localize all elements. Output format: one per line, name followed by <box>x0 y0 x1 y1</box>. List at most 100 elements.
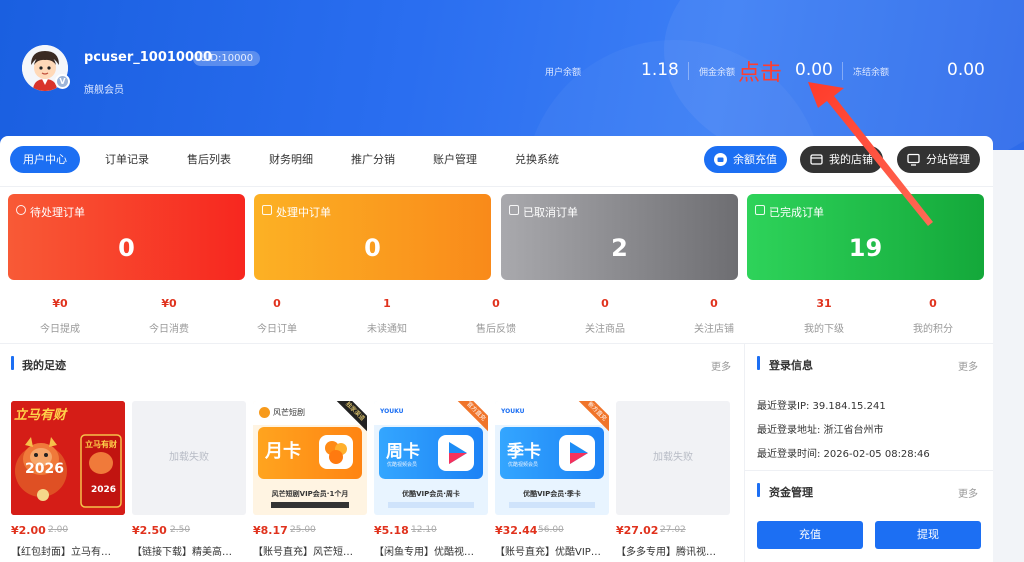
recharge-button[interactable]: 充值 <box>757 521 863 549</box>
substation-manage-button[interactable]: 分站管理 <box>897 146 980 173</box>
commission-balance-value[interactable]: 0.00 <box>795 60 833 80</box>
frozen-balance-value: 0.00 <box>947 60 985 80</box>
user-balance-label: 用户余额 <box>545 68 582 78</box>
stat-label: 处理中订单 <box>276 206 331 219</box>
stat-completed-orders[interactable]: 已完成订单 19 <box>747 194 984 280</box>
mini-stat-value: 0 <box>929 297 937 310</box>
product-title[interactable]: 【多多专用】腾讯视… <box>616 543 732 558</box>
mini-stat-today-spend[interactable]: ¥0 今日消费 <box>114 297 224 335</box>
youku-logo-text: YOUKU <box>501 408 525 415</box>
mini-stat-followed-shops[interactable]: 0 关注店铺 <box>659 297 769 335</box>
product-title[interactable]: 【红包封面】立马有… <box>11 543 127 558</box>
mini-stat-today-orders[interactable]: 0 今日订单 <box>222 297 332 335</box>
mini-stat-unread-notices[interactable]: 1 未读通知 <box>332 297 442 335</box>
card-type-text: 周卡 <box>386 442 420 462</box>
product-image-failed[interactable]: 加载失败 <box>132 401 246 515</box>
product-image[interactable]: YOUKU 新方直充 季卡 优酷视频会员 优酷VIP会员·季卡 <box>495 401 609 515</box>
product-original-price: 2.00 <box>48 525 69 535</box>
frozen-balance-label: 冻结余额 <box>853 68 890 78</box>
decorative-strip <box>271 502 349 508</box>
product-image[interactable]: YOUKU 官方直充 周卡 优酷视频会员 优酷VIP会员·周卡 <box>374 401 488 515</box>
product-image-failed[interactable]: 加载失败 <box>616 401 730 515</box>
mini-stat-subordinates[interactable]: 31 我的下级 <box>769 297 879 335</box>
verified-icon: V <box>55 74 70 89</box>
last-login-ip: 最近登录IP: 39.184.15.241 <box>757 401 886 412</box>
stat-label: 已完成订单 <box>769 206 824 219</box>
product-original-price: 12.10 <box>411 525 437 535</box>
uid-badge: UID:10000 <box>193 51 261 66</box>
monitor-icon <box>907 153 920 166</box>
doc-icon <box>262 205 272 215</box>
section-marker <box>11 356 14 370</box>
mini-stat-value: 0 <box>710 297 718 310</box>
youku-play-icon <box>559 435 595 471</box>
member-level: 旗舰会员 <box>84 85 124 96</box>
product-price: ¥27.02 <box>616 524 659 537</box>
product-title[interactable]: 【闲鱼专用】优酷视… <box>374 543 490 558</box>
mini-stat-points[interactable]: 0 我的积分 <box>878 297 988 335</box>
stat-pending-orders[interactable]: 待处理订单 0 <box>8 194 245 280</box>
divider <box>0 186 993 187</box>
tab-promotion[interactable]: 推广分销 <box>338 146 408 173</box>
clock-icon <box>16 205 26 215</box>
product-original-price: 25.00 <box>290 525 316 535</box>
mini-stat-label: 我的积分 <box>913 324 953 335</box>
mini-stat-followed-products[interactable]: 0 关注商品 <box>550 297 660 335</box>
decorative-strip <box>509 502 595 508</box>
mini-stat-today-commission[interactable]: ¥0 今日提成 <box>5 297 115 335</box>
product-title[interactable]: 【链接下载】精美高… <box>132 543 248 558</box>
login-info-title: 登录信息 <box>769 359 813 372</box>
tab-redeem[interactable]: 兑换系统 <box>502 146 572 173</box>
tab-user-center[interactable]: 用户中心 <box>10 146 80 173</box>
cny-year-text: 2026 <box>25 461 64 477</box>
product-price: ¥2.00 <box>11 524 46 537</box>
doc-done-icon <box>755 205 765 215</box>
my-shop-button[interactable]: 我的店铺 <box>800 146 883 173</box>
card-desc-text: 优酷VIP会员·周卡 <box>402 490 460 498</box>
divider <box>688 62 689 80</box>
stat-value: 0 <box>118 234 135 262</box>
brand-name: 风芒短剧 <box>273 408 305 417</box>
mini-stat-after-sales[interactable]: 0 售后反馈 <box>441 297 551 335</box>
login-info-more-link[interactable]: 更多 <box>958 358 978 373</box>
section-marker <box>757 483 760 497</box>
cny-top-small-text: 立马有财 <box>85 440 117 449</box>
funds-title: 资金管理 <box>769 486 813 499</box>
stat-cancelled-orders[interactable]: 已取消订单 2 <box>501 194 738 280</box>
withdraw-button[interactable]: 提现 <box>875 521 981 549</box>
mini-stat-value: ¥0 <box>52 297 68 310</box>
tab-after-sales[interactable]: 售后列表 <box>174 146 244 173</box>
recharge-balance-button[interactable]: 余额充值 <box>704 146 787 173</box>
my-shop-label: 我的店铺 <box>829 153 873 166</box>
product-price: ¥32.44 <box>495 524 538 537</box>
stat-processing-orders[interactable]: 处理中订单 0 <box>254 194 491 280</box>
fm-logo-icon <box>319 435 353 469</box>
section-marker <box>757 356 760 370</box>
mini-stat-label: 关注商品 <box>585 324 625 335</box>
commission-balance-label: 佣金余额 <box>699 68 736 78</box>
funds-more-link[interactable]: 更多 <box>958 485 978 500</box>
stat-value: 19 <box>848 234 883 262</box>
card-desc-text: 风芒短剧VIP会员·1个月 <box>271 490 349 498</box>
product-price: ¥5.18 <box>374 524 409 537</box>
mini-stat-label: 售后反馈 <box>476 324 516 335</box>
card-type-text: 季卡 <box>507 442 541 462</box>
product-title[interactable]: 【账号直充】优酷VIP… <box>495 543 611 558</box>
product-image[interactable]: 风芒短剧 独家渠道 月卡 风芒短剧VIP会员·1个月 <box>253 401 367 515</box>
divider <box>842 62 843 80</box>
mini-stat-label: 今日消费 <box>149 324 189 335</box>
decorative-strip <box>388 502 474 508</box>
product-image[interactable]: 立马有财 2026 立马有财 2026 <box>11 401 125 515</box>
footprint-more-link[interactable]: 更多 <box>711 358 731 373</box>
tab-orders[interactable]: 订单记录 <box>92 146 162 173</box>
tab-finance[interactable]: 财务明细 <box>256 146 326 173</box>
mini-stat-value: 0 <box>492 297 500 310</box>
click-annotation: 点击 <box>738 61 783 86</box>
member-small-text: 优酷视频会员 <box>387 462 418 468</box>
tab-account[interactable]: 账户管理 <box>420 146 490 173</box>
mini-stat-value: 1 <box>383 297 391 310</box>
product-original-price: 27.02 <box>660 525 686 535</box>
product-title[interactable]: 【账号直充】风芒短… <box>253 543 369 558</box>
member-small-text: 优酷视频会员 <box>508 462 539 468</box>
mini-stat-value: 0 <box>601 297 609 310</box>
